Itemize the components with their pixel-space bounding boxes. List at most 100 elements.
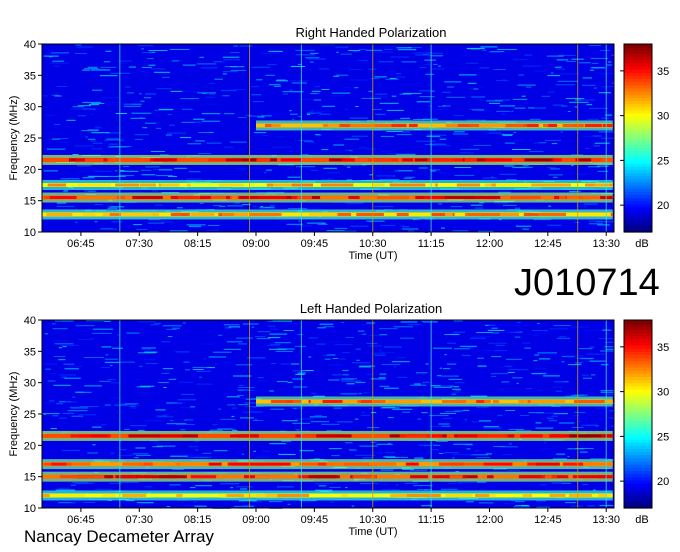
noise-streak (82, 101, 101, 103)
noise-streak (345, 487, 348, 489)
noise-streak (104, 358, 118, 360)
noise-streak (416, 101, 431, 103)
noise-streak (597, 407, 606, 409)
noise-streak (91, 332, 112, 334)
noise-streak (214, 133, 227, 135)
x-tick-label: 10:30 (359, 238, 387, 250)
noise-streak (198, 153, 211, 155)
noise-streak (345, 46, 349, 48)
noise-streak (355, 454, 375, 456)
emission-band-hotspot (256, 158, 271, 162)
noise-streak (569, 101, 589, 103)
noise-streak (209, 83, 215, 84)
noise-streak (548, 174, 563, 176)
noise-streak (550, 72, 554, 74)
noise-streak (601, 364, 609, 366)
noise-streak (601, 86, 614, 88)
noise-streak (439, 138, 447, 140)
noise-streak (432, 444, 441, 446)
emission-band-hotspot (277, 494, 310, 497)
noise-streak (139, 117, 143, 119)
noise-streak (319, 68, 330, 70)
noise-streak (359, 445, 378, 447)
noise-streak (526, 388, 533, 390)
noise-streak (194, 122, 208, 124)
noise-streak (597, 165, 609, 167)
noise-streak (270, 205, 275, 207)
noise-streak (608, 329, 612, 331)
y-tick-label: 40 (24, 315, 36, 327)
emission-band-hotspot (598, 494, 607, 497)
emission-band-hotspot (248, 213, 282, 216)
noise-streak (129, 405, 136, 407)
noise-streak (168, 378, 177, 380)
noise-streak (220, 90, 237, 92)
noise-streak (309, 416, 327, 418)
noise-streak (496, 428, 510, 430)
noise-streak (77, 165, 92, 167)
noise-streak (344, 108, 349, 110)
noise-streak (360, 414, 370, 416)
noise-streak (163, 73, 178, 75)
noise-streak (553, 325, 571, 326)
noise-streak (474, 450, 480, 452)
noise-streak (43, 55, 59, 57)
noise-streak (588, 88, 602, 90)
noise-streak (378, 377, 386, 379)
noise-streak (145, 93, 157, 95)
noise-streak (346, 383, 355, 385)
noise-streak (454, 348, 470, 350)
noise-streak (446, 363, 457, 365)
noise-streak (204, 222, 213, 223)
noise-streak (555, 84, 575, 86)
noise-streak (59, 138, 69, 139)
noise-streak (418, 444, 431, 446)
noise-streak (265, 74, 275, 76)
noise-streak (369, 334, 383, 336)
noise-streak (380, 135, 395, 137)
emission-band-hotspot (170, 213, 181, 216)
noise-streak (141, 67, 152, 68)
noise-streak (376, 443, 393, 445)
noise-streak (417, 489, 433, 490)
noise-streak (152, 446, 163, 448)
emission-band-hotspot (227, 462, 253, 466)
noise-streak (422, 381, 430, 383)
noise-streak (120, 481, 139, 483)
noise-streak (522, 165, 529, 167)
colorbar-tick-label: 20 (657, 200, 669, 212)
noise-streak (187, 143, 201, 145)
noise-streak (374, 354, 386, 356)
noise-streak (180, 407, 194, 409)
noise-streak (359, 147, 367, 149)
noise-streak (167, 336, 173, 338)
noise-streak (287, 503, 291, 505)
noise-streak (441, 227, 445, 229)
noise-streak (126, 332, 140, 334)
noise-streak (396, 134, 412, 136)
noise-streak (83, 357, 104, 358)
noise-streak (292, 118, 295, 120)
x-tick-label: 07:30 (126, 514, 154, 526)
colorbar-tick-label: 30 (657, 111, 669, 123)
emission-band-hotspot (377, 196, 410, 199)
noise-streak (371, 352, 386, 354)
noise-streak (83, 502, 96, 503)
noise-streak (589, 346, 595, 348)
noise-streak (158, 382, 169, 383)
noise-streak (139, 365, 143, 367)
emission-band-hotspot (122, 494, 147, 497)
noise-streak (290, 64, 296, 66)
noise-streak (276, 486, 294, 488)
noise-streak (182, 322, 186, 324)
emission-band-hotspot (292, 400, 302, 403)
noise-streak (541, 448, 551, 450)
noise-streak (64, 368, 79, 370)
noise-streak (321, 423, 340, 425)
noise-streak (504, 142, 515, 144)
noise-streak (49, 400, 55, 402)
noise-streak (113, 228, 117, 229)
noise-streak (206, 142, 222, 144)
noise-streak (500, 103, 514, 105)
noise-streak (470, 337, 486, 339)
